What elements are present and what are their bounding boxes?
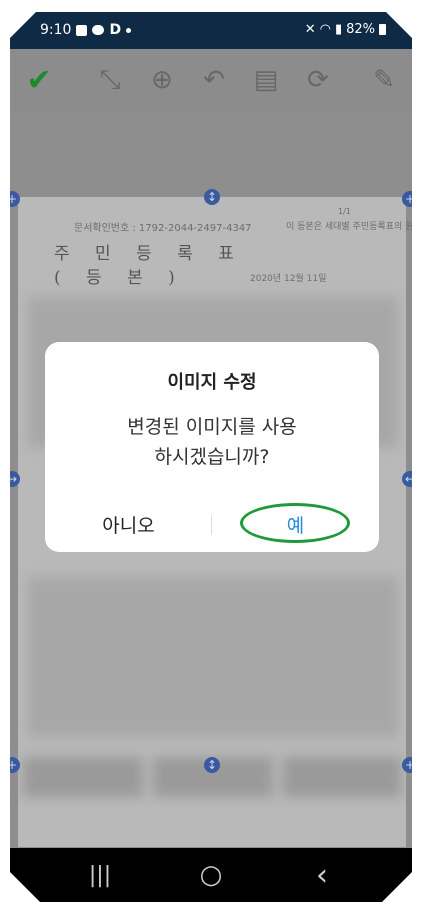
dialog-message-line2: 하시겠습니까? — [154, 446, 270, 468]
dialog-message: 변경된 이미지를 사용 하시겠습니까? — [45, 412, 379, 472]
yes-button[interactable]: 예 — [212, 497, 379, 552]
editor-toolbar: ✔ ⤡ ⊕ ↶ ▤ ⟳ ✎ — [10, 49, 412, 111]
crop-handle-bottom-right[interactable]: + — [402, 757, 412, 773]
no-button[interactable]: 아니오 — [45, 497, 212, 552]
gallery-icon — [76, 24, 88, 36]
recent-apps-button[interactable]: ||| — [80, 861, 120, 889]
crop-handle-top-right[interactable]: + — [402, 191, 412, 207]
doc-title-line1: 주 민 등 록 표 — [54, 244, 244, 264]
yes-button-label: 예 — [286, 515, 305, 537]
home-button[interactable]: ○ — [191, 860, 231, 890]
undo-icon[interactable]: ↶ — [197, 63, 231, 97]
phone-screen: 9:10 D ✕ ◠ ▮ 82% ✔ ⤡ ⊕ ↶ ▤ ⟳ ✎ 문서확인번호 : … — [10, 12, 412, 902]
status-bar: 9:10 D ✕ ◠ ▮ 82% — [10, 12, 412, 49]
doc-right-block: 이 등본은 세대별 주민등록표의 원본 내용과 — [286, 222, 412, 232]
dialog-button-row: 아니오 예 — [45, 497, 379, 552]
rotate-icon[interactable]: ⟳ — [301, 63, 335, 97]
corner-decoration — [10, 872, 40, 902]
corner-decoration — [386, 12, 412, 38]
d-app-icon: D — [109, 22, 122, 38]
zoom-icon[interactable]: ⊕ — [145, 63, 179, 97]
document-icon[interactable]: ▤ — [249, 63, 283, 97]
dot-icon — [126, 27, 132, 33]
crop-handle-right[interactable]: ↔ — [402, 471, 412, 487]
battery-percent: 82% — [346, 22, 375, 37]
crop-handle-top[interactable]: ↕ — [204, 189, 220, 205]
blurred-region — [283, 757, 401, 797]
expand-icon[interactable]: ⤡ — [93, 63, 127, 97]
blurred-region — [23, 757, 143, 797]
edit-image-dialog: 이미지 수정 변경된 이미지를 사용 하시겠습니까? 아니오 예 — [45, 342, 379, 552]
doc-date: 2020년 12월 11일 — [250, 274, 327, 284]
doc-title-line2: ( 등 본 ) — [54, 268, 185, 288]
battery-icon — [379, 24, 386, 35]
dialog-title: 이미지 수정 — [167, 372, 257, 393]
dialog-message-line1: 변경된 이미지를 사용 — [127, 416, 297, 438]
chat-icon — [92, 25, 105, 35]
crop-handle-bottom[interactable]: ↕ — [204, 757, 220, 773]
signal-icon: ▮ — [334, 22, 343, 37]
mute-icon: ✕ — [304, 22, 316, 37]
status-time: 9:10 — [40, 22, 72, 38]
wifi-icon: ◠ — [319, 22, 331, 37]
doc-page-marker: 1/1 — [338, 207, 351, 216]
blurred-region — [28, 577, 398, 737]
edit-icon[interactable]: ✎ — [367, 63, 401, 97]
check-icon[interactable]: ✔ — [22, 63, 56, 98]
corner-decoration — [10, 12, 36, 38]
doc-header-number: 문서확인번호 : 1792-2044-2497-4347 — [74, 223, 252, 234]
navigation-bar: ||| ○ ‹ — [10, 848, 412, 902]
status-left: 9:10 D — [40, 22, 132, 38]
corner-decoration — [382, 872, 412, 902]
back-button[interactable]: ‹ — [302, 858, 342, 893]
status-right: ✕ ◠ ▮ 82% — [305, 22, 386, 37]
